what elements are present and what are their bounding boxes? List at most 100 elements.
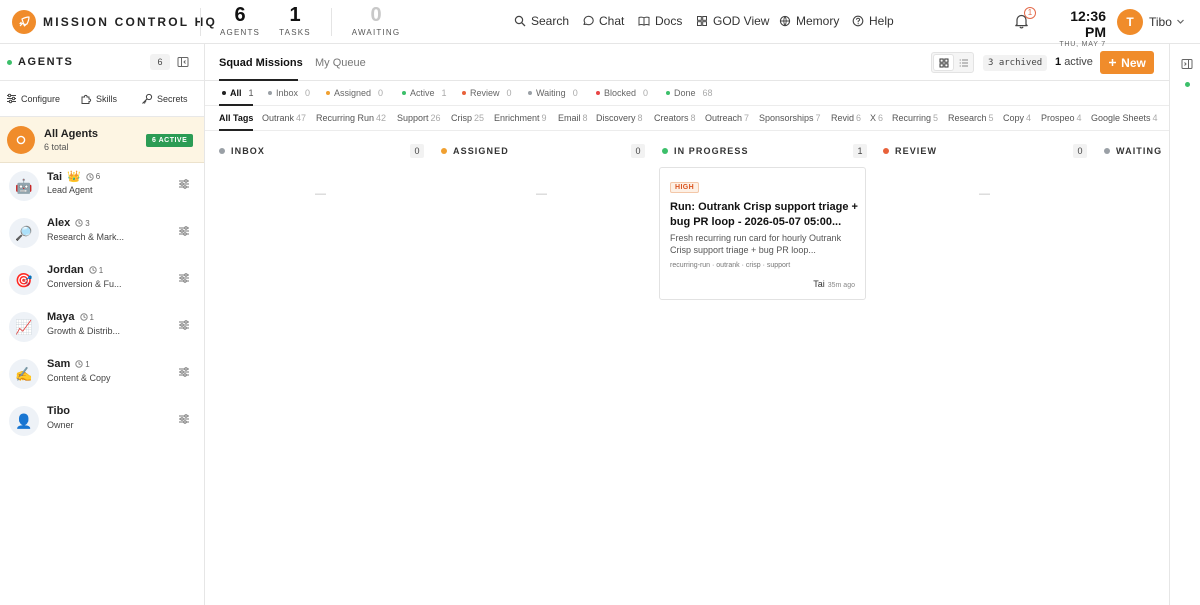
configure-button[interactable]: Configure (6, 93, 60, 104)
tag-filter[interactable]: Creators 8 (654, 113, 696, 123)
list-icon (959, 58, 968, 67)
nav-help[interactable]: Help (852, 14, 894, 28)
nav-memory[interactable]: Memory (779, 14, 839, 28)
agent-item-sam[interactable]: ✍️ Sam 1 Content & Copy (0, 352, 204, 398)
column-dot (1104, 148, 1110, 154)
board-view-button[interactable] (934, 55, 953, 70)
agent-item-maya[interactable]: 📈 Maya 1 Growth & Distrib... (0, 305, 204, 351)
status-filter-bar: All 1 Inbox 0 Assigned 0 Active 1 Review 0 Wa… (205, 81, 1169, 106)
tag-filter[interactable]: X6 (870, 113, 883, 123)
tag-filter[interactable]: Recurring 5 (892, 113, 938, 123)
column-count: 0 (631, 144, 645, 158)
agent-item-tai[interactable]: 🤖 Tai 👑 6 Lead Agent (0, 164, 204, 210)
agent-name: Tibo (47, 405, 71, 417)
tag-filter[interactable]: Research 5 (948, 113, 994, 123)
list-view-button[interactable] (954, 55, 973, 70)
column-empty: — (979, 188, 990, 200)
chevron-down-icon[interactable] (1176, 17, 1185, 26)
agent-settings-icon[interactable] (178, 178, 190, 190)
column-dot (883, 148, 889, 154)
stat-tasks: 1 TASKS (279, 4, 311, 37)
status-filter-blocked[interactable]: Blocked 0 (596, 88, 648, 98)
agent-item-jordan[interactable]: 🎯 Jordan 1 Conversion & Fu... (0, 258, 204, 304)
clock: 12:36 PM THU, MAY 7 (1059, 8, 1106, 48)
column-header-assigned: ASSIGNED (441, 143, 509, 159)
column-dot (219, 148, 225, 154)
status-filter-waiting[interactable]: Waiting 0 (528, 88, 578, 98)
tag-filter[interactable]: Sponsorships 7 (759, 113, 821, 123)
nav-god-view[interactable]: GOD View (696, 14, 769, 28)
panel-toggle-icon[interactable] (1181, 58, 1193, 70)
agent-role: Research & Mark... (47, 232, 125, 242)
agent-item-tibo[interactable]: 👤 Tibo Owner (0, 399, 204, 445)
secrets-button[interactable]: Secrets (141, 93, 188, 105)
agent-item-alex[interactable]: 🔎 Alex 3 Research & Mark... (0, 211, 204, 257)
tag-filter[interactable]: Recurring Run 42 (316, 113, 386, 123)
tag-filter[interactable]: Revid 6 (831, 113, 861, 123)
nav-search[interactable]: Search (514, 14, 569, 28)
mission-tabs: Squad Missions My Queue 3 archived 1 act… (205, 44, 1169, 81)
tag-filter[interactable]: Copy 4 (1003, 113, 1031, 123)
user-name[interactable]: Tibo (1149, 15, 1172, 29)
column-count: 1 (853, 144, 867, 158)
agent-settings-icon[interactable] (178, 366, 190, 378)
key-icon (142, 93, 153, 104)
agent-task-count: 6 (86, 172, 100, 181)
tab-squad-missions[interactable]: Squad Missions (219, 57, 303, 69)
tab-my-queue[interactable]: My Queue (315, 57, 366, 69)
sidebar-header: AGENTS 6 (0, 44, 204, 81)
skills-button[interactable]: Skills (80, 93, 117, 105)
divider (200, 8, 201, 36)
chat-icon (583, 15, 594, 26)
column-header-waiting: WAITING (1104, 143, 1162, 159)
all-agents-item[interactable]: All Agents 6 total 6 ACTIVE (0, 117, 204, 163)
tag-filter[interactable]: Crisp 25 (451, 113, 484, 123)
priority-badge: HIGH (670, 182, 700, 193)
agent-settings-icon[interactable] (178, 319, 190, 331)
task-card[interactable]: HIGH Run: Outrank Crisp support triage +… (659, 167, 866, 300)
collapse-sidebar-icon[interactable] (177, 56, 189, 68)
status-filter-review[interactable]: Review 0 (462, 88, 512, 98)
status-dot (462, 91, 466, 95)
status-filter-assigned[interactable]: Assigned 0 (326, 88, 383, 98)
status-filter-inbox[interactable]: Inbox 0 (268, 88, 310, 98)
nav-docs[interactable]: Docs (638, 14, 682, 28)
tag-filter[interactable]: Prospeo 4 (1041, 113, 1082, 123)
live-status-dot (1185, 82, 1190, 87)
help-icon (852, 15, 864, 27)
user-avatar[interactable]: T (1117, 9, 1143, 35)
agent-settings-icon[interactable] (178, 272, 190, 284)
status-filter-active[interactable]: Active 1 (402, 88, 447, 98)
column-empty: — (536, 188, 547, 200)
agent-name: Tai (47, 170, 63, 183)
search-icon (514, 15, 526, 27)
nav-chat[interactable]: Chat (582, 14, 624, 28)
new-mission-button[interactable]: New (1100, 51, 1154, 74)
status-filter-done[interactable]: Done 68 (666, 88, 713, 98)
archived-button[interactable]: 3 archived (983, 55, 1048, 71)
agent-avatar: 📈 (9, 312, 39, 342)
clock-icon (86, 172, 94, 181)
agent-task-count: 1 (75, 360, 90, 369)
status-filter-all[interactable]: All 1 (222, 88, 254, 98)
agent-avatar: 🔎 (9, 218, 39, 248)
tag-filter[interactable]: Discovery 8 (596, 113, 643, 123)
agent-name: Jordan (47, 264, 84, 276)
tag-filter-all[interactable]: All Tags (219, 113, 253, 123)
tag-filter[interactable]: Outreach 7 (705, 113, 749, 123)
agents-sidebar: AGENTS 6 Configure Skills Secrets All Ag… (0, 44, 205, 605)
task-description: Fresh recurring run card for hourly Outr… (670, 233, 842, 255)
tag-filter[interactable]: Email 8 (558, 113, 588, 123)
status-dot (222, 91, 226, 95)
status-dot (268, 91, 272, 95)
tag-filter[interactable]: Google Sheets 4 (1091, 113, 1158, 123)
stat-awaiting: 0 AWAITING (351, 4, 401, 37)
agent-task-count: 1 (79, 313, 94, 322)
tag-filter[interactable]: Enrichment 9 (494, 113, 547, 123)
agent-role: Growth & Distrib... (47, 326, 121, 336)
tag-filter[interactable]: Support 26 (397, 113, 441, 123)
agent-settings-icon[interactable] (178, 413, 190, 425)
agent-settings-icon[interactable] (178, 225, 190, 237)
agent-name: Alex (47, 217, 71, 229)
tag-filter[interactable]: Outrank 47 (262, 113, 306, 123)
